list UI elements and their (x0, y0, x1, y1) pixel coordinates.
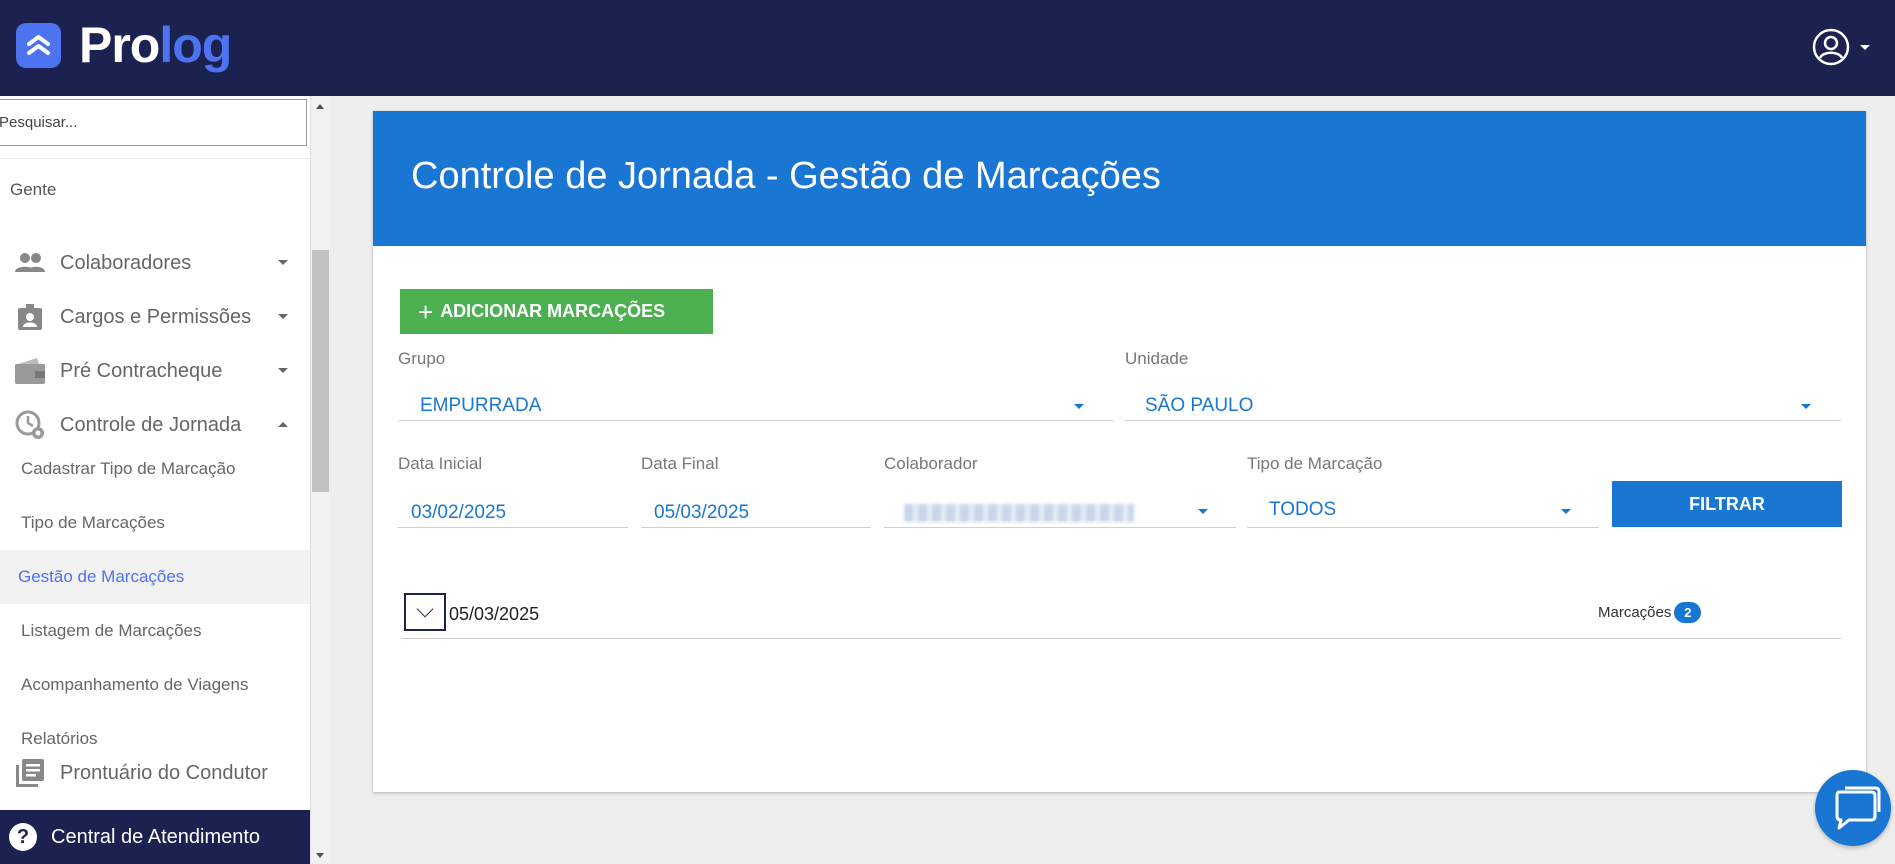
field-underline (398, 420, 1114, 421)
marcacoes-count: Marcações 2 (1598, 602, 1702, 623)
count-badge: 2 (1674, 602, 1702, 623)
result-group-row: 05/03/2025 Marcações 2 (401, 591, 1841, 639)
sidebar-item-label: Controle de Jornada (60, 413, 242, 436)
chevron-down-icon (416, 600, 434, 618)
expand-row-button[interactable] (404, 593, 446, 631)
sidebar-search-input[interactable] (0, 99, 307, 146)
tipo-marcacao-select[interactable]: Tipo de Marcação TODOS (1247, 454, 1599, 528)
sidebar-item-pre-contracheque[interactable]: Pré Contracheque (0, 344, 310, 398)
data-inicial-label: Data Inicial (398, 454, 483, 473)
people-icon (0, 252, 60, 274)
central-de-atendimento-button[interactable]: ? Central de Atendimento (0, 810, 310, 864)
sidebar-subitem-cadastrar-tipo[interactable]: Cadastrar Tipo de Marcação (0, 442, 310, 496)
chevron-up-icon (278, 422, 288, 427)
field-underline (884, 527, 1236, 528)
sidebar-item-prontuario-condutor[interactable]: Prontuário do Condutor (0, 746, 310, 800)
scroll-up-arrow-icon[interactable] (316, 104, 324, 109)
sidebar: Gente Colaboradores Cargos e Permissões … (0, 96, 310, 864)
central-de-atendimento-label: Central de Atendimento (51, 825, 261, 848)
logo-wordmark: Prolog (79, 17, 232, 73)
chevron-down-icon (1561, 509, 1571, 514)
card-header: Controle de Jornada - Gestão de Marcaçõe… (373, 111, 1866, 246)
sidebar-subitem-gestao-marcacoes[interactable]: Gestão de Marcações (0, 550, 310, 604)
sidebar-subitem-tipo-marcacoes[interactable]: Tipo de Marcações (0, 496, 310, 550)
wallet-icon (0, 358, 60, 384)
colaborador-select[interactable]: Colaborador (884, 454, 1236, 528)
unidade-value: SÃO PAULO (1145, 395, 1254, 416)
grupo-select[interactable]: Grupo EMPURRADA (398, 349, 1114, 421)
chat-bubble-icon (1835, 786, 1881, 830)
chevron-down-icon (278, 368, 288, 373)
divider (0, 158, 310, 159)
sidebar-item-label: Colaboradores (60, 251, 192, 274)
chevron-down-icon (278, 260, 288, 265)
sidebar-item-label: Cargos e Permissões (60, 305, 252, 328)
tipo-marcacao-label: Tipo de Marcação (1247, 454, 1383, 473)
sidebar-item-colaboradores[interactable]: Colaboradores (0, 236, 310, 290)
chevron-down-icon (1860, 44, 1870, 50)
unidade-label: Unidade (1125, 349, 1189, 368)
prolog-logo[interactable]: Prolog (16, 17, 232, 73)
data-inicial-field[interactable]: Data Inicial 03/02/2025 (398, 454, 628, 528)
tipo-marcacao-value: TODOS (1269, 499, 1337, 520)
field-underline (641, 527, 871, 528)
sidebar-item-label: Prontuário do Condutor (60, 761, 268, 784)
prolog-logo-icon (16, 22, 61, 68)
section-title-gente: Gente (10, 180, 57, 199)
add-marcacoes-button[interactable]: + ADICIONAR MARCAÇÕES (400, 289, 713, 334)
field-underline (1247, 527, 1599, 528)
user-menu-button[interactable] (1812, 28, 1870, 66)
chevron-down-icon (1801, 404, 1811, 409)
sidebar-scrollbar[interactable] (310, 96, 329, 864)
colaborador-label: Colaborador (884, 454, 978, 473)
data-final-label: Data Final (641, 454, 719, 473)
account-circle-icon (1812, 28, 1850, 66)
chat-support-button[interactable] (1815, 770, 1891, 846)
data-final-field[interactable]: Data Final 05/03/2025 (641, 454, 871, 528)
top-app-bar: Prolog (0, 0, 1895, 96)
chevron-down-icon (1198, 509, 1208, 514)
chevron-down-icon (278, 314, 288, 319)
marcacoes-count-label: Marcações (1598, 604, 1672, 621)
data-inicial-value: 03/02/2025 (411, 502, 507, 523)
data-final-value: 05/03/2025 (654, 502, 750, 523)
sidebar-subitem-acompanhamento-viagens[interactable]: Acompanhamento de Viagens (0, 658, 310, 712)
field-underline (1125, 420, 1841, 421)
result-date: 05/03/2025 (449, 604, 540, 624)
sidebar-subitem-listagem-marcacoes[interactable]: Listagem de Marcações (0, 604, 310, 658)
filtrar-button[interactable]: FILTRAR (1612, 481, 1842, 527)
chevron-down-icon (1074, 404, 1084, 409)
field-underline (398, 527, 628, 528)
document-list-icon (0, 759, 60, 787)
clock-gear-icon (0, 410, 60, 440)
sidebar-item-cargos-permissoes[interactable]: Cargos e Permissões (0, 290, 310, 344)
scroll-down-arrow-icon[interactable] (316, 853, 324, 858)
badge-icon (0, 304, 60, 330)
page-title: Controle de Jornada - Gestão de Marcaçõe… (411, 155, 1161, 197)
main-card: Controle de Jornada - Gestão de Marcaçõe… (373, 111, 1866, 792)
help-icon: ? (9, 823, 37, 851)
unidade-select[interactable]: Unidade SÃO PAULO (1125, 349, 1841, 421)
sidebar-item-label: Pré Contracheque (60, 359, 223, 382)
colaborador-value-redacted (904, 504, 1134, 522)
add-marcacoes-label: ADICIONAR MARCAÇÕES (440, 301, 666, 321)
grupo-value: EMPURRADA (420, 395, 542, 416)
plus-icon: + (418, 296, 434, 327)
grupo-label: Grupo (398, 349, 446, 368)
scroll-thumb[interactable] (312, 250, 329, 492)
